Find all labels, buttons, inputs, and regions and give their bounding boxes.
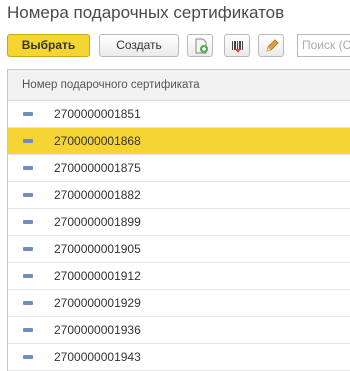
row-marker-icon [23,166,33,170]
certificate-number: 2700000001851 [54,107,141,121]
copy-button[interactable] [187,34,213,57]
barcode-icon [232,41,243,53]
search-input[interactable]: Поиск (С [297,34,350,57]
table-row[interactable]: 2700000001905 [8,236,350,263]
row-marker-icon [23,301,33,305]
page-title: Номера подарочных сертификатов [7,3,285,22]
certificate-number: 2700000001929 [54,296,141,310]
row-marker-icon [23,220,33,224]
row-marker-icon [23,247,33,251]
table-row[interactable]: 2700000001943 [8,344,350,371]
table-row[interactable]: 2700000001929 [8,290,350,317]
table-row-selected[interactable]: 2700000001868 [8,128,350,155]
column-header-certificate-number[interactable]: Номер подарочного сертификата [8,70,350,101]
row-marker-icon [23,355,33,359]
certificate-number: 2700000001943 [54,350,141,364]
certificate-number: 2700000001912 [54,269,141,283]
barcode-button[interactable] [224,34,250,57]
certificate-number: 2700000001936 [54,323,141,337]
edit-button[interactable] [258,34,284,57]
certificate-number: 2700000001905 [54,242,141,256]
table-row[interactable]: 2700000001899 [8,209,350,236]
copy-document-icon [195,38,208,54]
certificate-number: 2700000001899 [54,215,141,229]
row-marker-icon [23,328,33,332]
table-row[interactable]: 2700000001936 [8,317,350,344]
toolbar: Выбрать Создать Поиск (С [7,34,350,59]
certificate-number: 2700000001882 [54,188,141,202]
certificate-number: 2700000001875 [54,161,141,175]
row-marker-icon [23,112,33,116]
row-marker-icon [23,139,33,143]
create-button[interactable]: Создать [99,34,179,57]
row-marker-icon [23,274,33,278]
table-row[interactable]: 2700000001882 [8,182,350,209]
table-row[interactable]: 2700000001912 [8,263,350,290]
pencil-icon [266,39,279,52]
row-marker-icon [23,193,33,197]
table-row[interactable]: 2700000001851 [8,101,350,128]
certificate-number: 2700000001868 [54,134,141,148]
certificates-table: Номер подарочного сертификата 2700000001… [7,69,350,371]
table-row[interactable]: 2700000001875 [8,155,350,182]
choose-button[interactable]: Выбрать [7,34,90,57]
